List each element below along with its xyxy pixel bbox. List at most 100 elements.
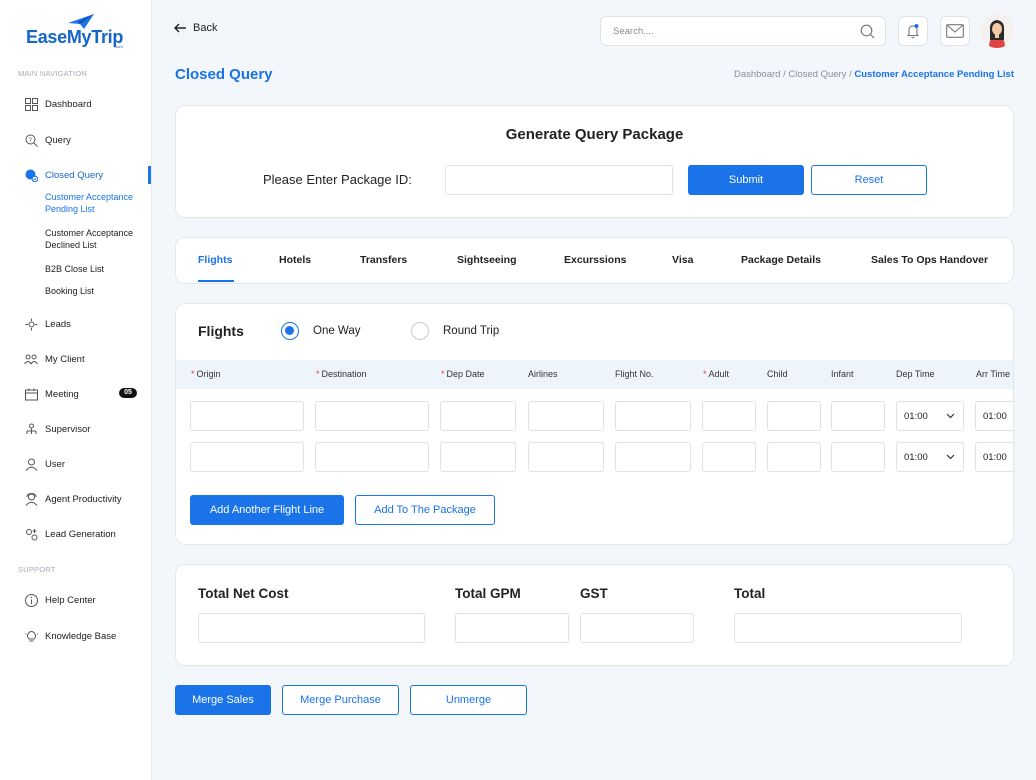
origin-input[interactable] [190,442,304,472]
dep-time-select[interactable]: 01:00 [896,442,964,472]
infant-input[interactable] [831,442,885,472]
column-header-origin: * Origin [191,369,221,379]
leads-icon [24,317,38,331]
gst-input[interactable] [580,613,694,643]
total-gpm-input[interactable] [455,613,569,643]
chevron-down-icon [946,454,955,460]
column-header-dep-date: * Dep Date [441,369,485,379]
brand-suffix: .com [114,44,123,49]
total-gpm-label: Total GPM [455,586,521,601]
child-input[interactable] [767,442,821,472]
brand-logo[interactable]: EaseMyTrip .com [26,13,126,49]
tab-transfers[interactable]: Transfers [360,254,407,266]
tab-sales-to-ops[interactable]: Sales To Ops Handover [871,254,988,266]
airlines-input[interactable] [528,442,604,472]
destination-input[interactable] [315,442,429,472]
sidebar-item-lead-generation[interactable]: Lead Generation [24,525,150,543]
add-to-package-button[interactable]: Add To The Package [355,495,495,525]
dep-time-value: 01:00 [904,451,928,463]
sidebar-item-agent-productivity[interactable]: Agent Productivity [24,490,150,508]
reset-button[interactable]: Reset [811,165,927,195]
user-avatar[interactable] [980,14,1014,48]
sidebar-item-label: Agent Productivity [45,493,122,505]
dep-time-select[interactable]: 01:00 [896,401,964,431]
tab-hotels[interactable]: Hotels [279,254,311,266]
tab-flights[interactable]: Flights [198,254,232,266]
sidebar-subitem-booking[interactable]: Booking List [45,285,151,297]
active-tab-indicator [198,280,234,282]
sidebar-subitem-pending[interactable]: Customer Acceptance Pending List [45,191,151,215]
sidebar-item-query[interactable]: ? Query [24,131,150,149]
column-header-infant: Infant [831,369,854,379]
active-indicator [148,166,151,184]
dep-time-value: 01:00 [904,410,928,422]
tabs-bar: Flights Hotels Transfers Sightseeing Exc… [175,237,1014,284]
sidebar-item-leads[interactable]: Leads [24,315,150,333]
airlines-input[interactable] [528,401,604,431]
column-header-destination: * Destination [316,369,367,379]
merge-sales-button[interactable]: Merge Sales [175,685,271,715]
sidebar-subitem-b2b-close[interactable]: B2B Close List [45,263,151,275]
origin-input[interactable] [190,401,304,431]
messages-button[interactable] [940,16,970,46]
sidebar-item-help-center[interactable]: Help Center [24,591,150,609]
dep-date-input[interactable] [440,401,516,431]
chevron-down-icon [946,413,955,419]
breadcrumb-dashboard[interactable]: Dashboard [734,69,780,80]
sidebar-item-label: Knowledge Base [45,630,117,642]
sidebar-item-closed-query[interactable]: Closed Query [24,166,150,184]
page-title: Closed Query [175,66,273,83]
one-way-label[interactable]: One Way [313,325,361,337]
unmerge-button[interactable]: Unmerge [410,685,527,715]
round-trip-radio[interactable] [411,322,429,340]
tab-excursions[interactable]: Excurssions [564,254,626,266]
dep-date-input[interactable] [440,442,516,472]
flight-table-header: * Origin * Destination * Dep Date Airlines … [176,360,1013,389]
flights-card: Flights One Way Round Trip * Origin * Dest… [175,303,1014,545]
clients-icon [24,352,38,366]
total-input[interactable] [734,613,962,643]
arr-time-select[interactable]: 01:00 [975,401,1013,431]
sidebar-item-knowledge-base[interactable]: Knowledge Base [24,627,150,645]
breadcrumb: Dashboard / Closed Query / Customer Acce… [733,69,1014,80]
submit-button[interactable]: Submit [688,165,804,195]
back-button[interactable]: Back [174,22,217,34]
breadcrumb-current: Customer Acceptance Pending List [854,69,1014,80]
breadcrumb-closed-query[interactable]: Closed Query [788,69,846,80]
round-trip-label[interactable]: Round Trip [443,325,499,337]
support-label: SUPPORT [18,565,56,574]
sidebar-item-my-client[interactable]: My Client [24,350,150,368]
tab-package-details[interactable]: Package Details [741,254,821,266]
adult-input[interactable] [702,442,756,472]
sidebar-item-supervisor[interactable]: Supervisor [24,420,150,438]
sidebar-item-user[interactable]: User [24,455,150,473]
sidebar-subitem-declined[interactable]: Customer Acceptance Declined List [45,227,151,251]
arr-time-value: 01:00 [983,410,1007,422]
one-way-radio[interactable] [281,322,299,340]
infant-input[interactable] [831,401,885,431]
merge-purchase-button[interactable]: Merge Purchase [282,685,399,715]
sidebar-item-dashboard[interactable]: Dashboard [24,95,150,113]
search-input[interactable] [601,17,841,45]
sidebar-item-label: My Client [45,353,85,365]
adult-input[interactable] [702,401,756,431]
flight-no-input[interactable] [615,442,691,472]
tab-sightseeing[interactable]: Sightseeing [457,254,517,266]
arrow-left-icon [174,23,186,33]
tab-visa[interactable]: Visa [672,254,693,266]
add-flight-line-button[interactable]: Add Another Flight Line [190,495,344,525]
arr-time-select[interactable]: 01:00 [975,442,1013,472]
total-net-cost-input[interactable] [198,613,425,643]
sidebar-item-label: User [45,458,66,470]
column-header-adult: * Adult [703,369,730,379]
back-label: Back [193,22,218,34]
notification-button[interactable] [898,16,928,46]
child-input[interactable] [767,401,821,431]
search-icon[interactable] [860,24,875,39]
closed-query-icon [24,168,38,182]
package-id-input[interactable] [445,165,673,195]
sidebar-item-label: Help Center [45,594,96,606]
flight-no-input[interactable] [615,401,691,431]
query-icon: ? [24,133,38,147]
destination-input[interactable] [315,401,429,431]
